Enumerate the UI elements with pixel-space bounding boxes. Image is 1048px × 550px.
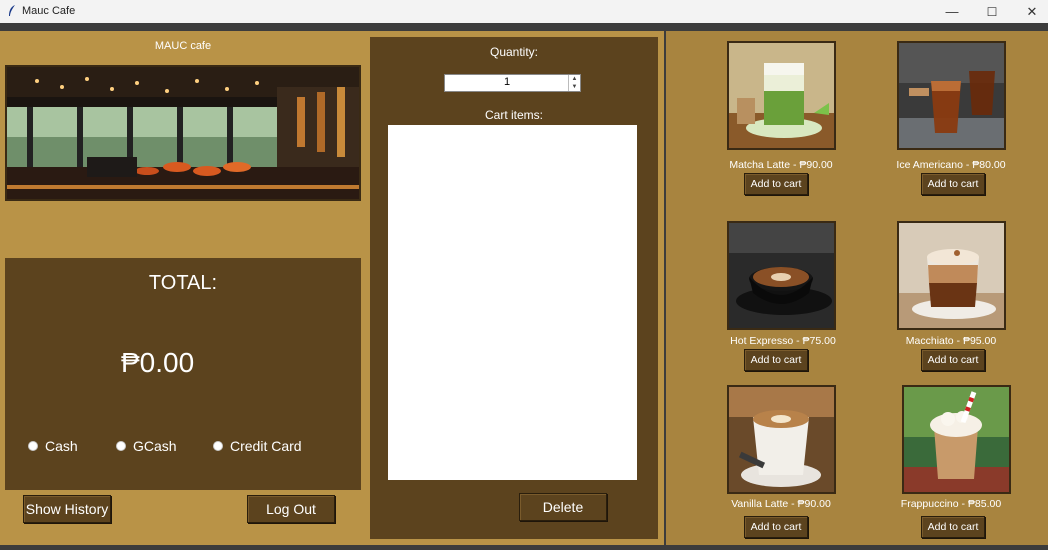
quantity-label: Quantity: [489, 45, 539, 59]
add-to-cart-button-vanilla-latte[interactable]: Add to cart [744, 516, 808, 538]
frappuccino-image[interactable] [902, 385, 1011, 494]
show-history-button[interactable]: Show History [23, 495, 111, 523]
total-panel: TOTAL: ₱0.00 Cash GCash Credit Card [5, 258, 361, 490]
cafe-title: MAUC cafe [154, 40, 212, 52]
vanilla-latte-image[interactable] [727, 385, 836, 494]
add-to-cart-button-macchiato[interactable]: Add to cart [921, 349, 985, 371]
spin-down-icon[interactable]: ▼ [569, 83, 580, 91]
feather-icon [9, 5, 15, 16]
add-to-cart-button-matcha-latte[interactable]: Add to cart [744, 173, 808, 195]
product-label-vanilla-latte: Vanilla Latte - ₱90.00 [731, 498, 831, 510]
cart-items-list[interactable] [388, 125, 637, 480]
cart-panel: Quantity: 1 ▲ ▼ Cart items: Delete [370, 37, 658, 539]
close-button[interactable]: ✕ [1012, 0, 1048, 23]
minimize-button[interactable]: — [932, 0, 972, 23]
title-bar: Mauc Cafe — ☐ ✕ [0, 0, 1048, 23]
main-left-panel: MAUC cafe TOTAL: ₱0.00 Cash GCash Credit… [0, 31, 664, 545]
product-label-macchiato: Macchiato - ₱95.00 [905, 335, 997, 347]
product-label-ice-americano: Ice Americano - ₱80.00 [896, 159, 1006, 171]
radio-icon [28, 441, 38, 451]
payment-radio-gcash[interactable]: GCash [116, 438, 177, 454]
delete-button[interactable]: Delete [519, 493, 607, 521]
quantity-value: 1 [503, 76, 511, 88]
cafe-interior-image [5, 65, 361, 201]
window-title: Mauc Cafe [22, 5, 76, 17]
add-to-cart-button-ice-americano[interactable]: Add to cart [921, 173, 985, 195]
total-label: TOTAL: [148, 272, 218, 294]
add-to-cart-button-frappuccino[interactable]: Add to cart [921, 516, 985, 538]
hot-expresso-image[interactable] [727, 221, 836, 330]
ice-americano-image[interactable] [897, 41, 1006, 150]
spin-up-icon[interactable]: ▲ [569, 75, 580, 83]
radio-icon [116, 441, 126, 451]
product-label-hot-expresso: Hot Expresso - ₱75.00 [730, 335, 836, 347]
radio-icon [213, 441, 223, 451]
product-label-matcha-latte: Matcha Latte - ₱90.00 [729, 159, 833, 171]
cart-items-label: Cart items: [484, 108, 543, 122]
window-border [0, 23, 1048, 31]
log-out-button[interactable]: Log Out [247, 495, 335, 523]
products-panel: Matcha Latte - ₱90.00 Add to cart Ice Am… [666, 31, 1048, 545]
maximize-button[interactable]: ☐ [972, 0, 1012, 23]
add-to-cart-button-hot-expresso[interactable]: Add to cart [744, 349, 808, 371]
payment-radio-credit-card[interactable]: Credit Card [213, 438, 302, 454]
matcha-latte-image[interactable] [727, 41, 836, 150]
macchiato-image[interactable] [897, 221, 1006, 330]
total-amount: ₱0.00 [121, 347, 195, 378]
product-label-frappuccino: Frappuccino - ₱85.00 [900, 498, 1002, 510]
payment-radio-cash[interactable]: Cash [28, 438, 78, 454]
quantity-spinbox[interactable]: 1 ▲ ▼ [444, 74, 581, 92]
